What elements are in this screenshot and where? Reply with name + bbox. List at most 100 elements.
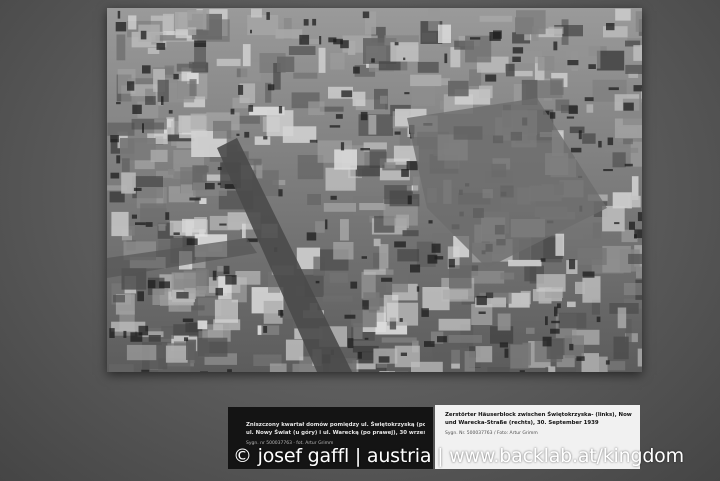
window-shadow bbox=[362, 11, 370, 19]
window-shadow bbox=[341, 90, 353, 98]
window-shadow bbox=[428, 220, 433, 224]
window-shadow bbox=[554, 306, 558, 317]
window-shadow bbox=[582, 271, 595, 278]
building-fragment bbox=[176, 292, 189, 299]
building-fragment bbox=[209, 215, 240, 231]
building-fragment bbox=[381, 337, 417, 343]
window-shadow bbox=[421, 308, 429, 317]
window-shadow bbox=[263, 326, 268, 333]
window-shadow bbox=[400, 352, 407, 356]
window-shadow bbox=[406, 161, 418, 171]
window-shadow bbox=[476, 295, 487, 306]
window-shadow bbox=[186, 238, 198, 246]
building-fragment bbox=[582, 276, 601, 303]
building-fragment bbox=[266, 110, 294, 137]
building-fragment bbox=[186, 339, 197, 360]
building-fragment bbox=[315, 221, 325, 233]
window-shadow bbox=[614, 222, 620, 225]
building-fragment bbox=[438, 318, 471, 331]
window-shadow bbox=[116, 155, 121, 164]
building-fragment bbox=[150, 149, 168, 162]
window-shadow bbox=[568, 105, 578, 114]
building-fragment bbox=[352, 91, 366, 107]
window-shadow bbox=[542, 336, 552, 347]
window-shadow bbox=[278, 189, 283, 197]
window-shadow bbox=[570, 147, 582, 153]
window-shadow bbox=[156, 43, 166, 50]
building-fragment bbox=[567, 301, 576, 308]
building-fragment bbox=[121, 158, 130, 172]
window-shadow bbox=[624, 163, 633, 167]
building-fragment bbox=[242, 44, 251, 67]
building-fragment bbox=[569, 126, 585, 134]
window-shadow bbox=[236, 133, 240, 136]
building-fragment bbox=[269, 363, 287, 372]
building-fragment bbox=[520, 290, 531, 305]
building-fragment bbox=[607, 361, 626, 371]
window-shadow bbox=[325, 219, 328, 230]
window-shadow bbox=[381, 277, 393, 282]
building-fragment bbox=[325, 167, 356, 191]
building-fragment bbox=[148, 335, 161, 342]
window-shadow bbox=[147, 280, 156, 289]
window-shadow bbox=[137, 291, 144, 302]
building-fragment bbox=[330, 53, 345, 70]
window-shadow bbox=[319, 36, 322, 45]
building-fragment bbox=[213, 120, 232, 139]
building-fragment bbox=[323, 203, 356, 212]
building-fragment bbox=[555, 99, 570, 111]
window-shadow bbox=[512, 47, 524, 54]
building-fragment bbox=[613, 336, 629, 360]
building-fragment bbox=[548, 366, 556, 372]
window-shadow bbox=[629, 221, 635, 230]
building-fragment bbox=[288, 46, 316, 55]
building-fragment bbox=[450, 47, 461, 68]
window-shadow bbox=[605, 360, 610, 365]
window-shadow bbox=[205, 183, 215, 190]
building-fragment bbox=[368, 114, 377, 135]
window-shadow bbox=[227, 369, 232, 372]
window-shadow bbox=[371, 58, 375, 63]
building-fragment bbox=[555, 233, 565, 256]
building-fragment bbox=[508, 259, 542, 267]
building-fragment bbox=[581, 353, 599, 372]
window-shadow bbox=[633, 85, 642, 92]
window-shadow bbox=[127, 81, 135, 91]
building-fragment bbox=[158, 224, 166, 231]
window-shadow bbox=[512, 56, 521, 62]
window-shadow bbox=[267, 84, 275, 91]
building-fragment bbox=[448, 335, 482, 343]
building-fragment bbox=[187, 27, 197, 35]
building-fragment bbox=[394, 345, 420, 368]
building-fragment bbox=[216, 58, 241, 67]
building-fragment bbox=[164, 65, 175, 75]
window-shadow bbox=[399, 318, 403, 322]
photographer-watermark: © josef gaffl | austria | www.backlab.at… bbox=[233, 445, 684, 467]
building-fragment bbox=[285, 339, 304, 361]
window-shadow bbox=[576, 356, 585, 361]
building-fragment bbox=[479, 85, 493, 99]
window-shadow bbox=[607, 137, 614, 146]
building-fragment bbox=[417, 61, 439, 73]
building-fragment bbox=[465, 35, 492, 63]
window-shadow bbox=[424, 341, 435, 347]
building-fragment bbox=[582, 133, 596, 144]
window-shadow bbox=[194, 40, 207, 47]
caption-polish-line1: Zniszczony kwartał domów pomiędzy ul. Św… bbox=[246, 422, 425, 428]
building-fragment bbox=[152, 288, 169, 305]
building-fragment bbox=[586, 104, 594, 113]
window-shadow bbox=[608, 87, 619, 91]
window-shadow bbox=[350, 281, 358, 289]
building-fragment bbox=[617, 307, 627, 329]
window-shadow bbox=[360, 148, 370, 151]
window-shadow bbox=[431, 243, 441, 253]
building-fragment bbox=[615, 8, 631, 21]
building-fragment bbox=[383, 294, 399, 322]
caption-german-line1: Zerstörter Häuserblock zwischen Świętokr… bbox=[445, 412, 632, 418]
window-shadow bbox=[329, 125, 341, 128]
building-fragment bbox=[596, 50, 625, 71]
building-fragment bbox=[500, 272, 515, 280]
window-shadow bbox=[303, 19, 309, 26]
window-shadow bbox=[182, 318, 194, 322]
window-shadow bbox=[145, 222, 153, 227]
